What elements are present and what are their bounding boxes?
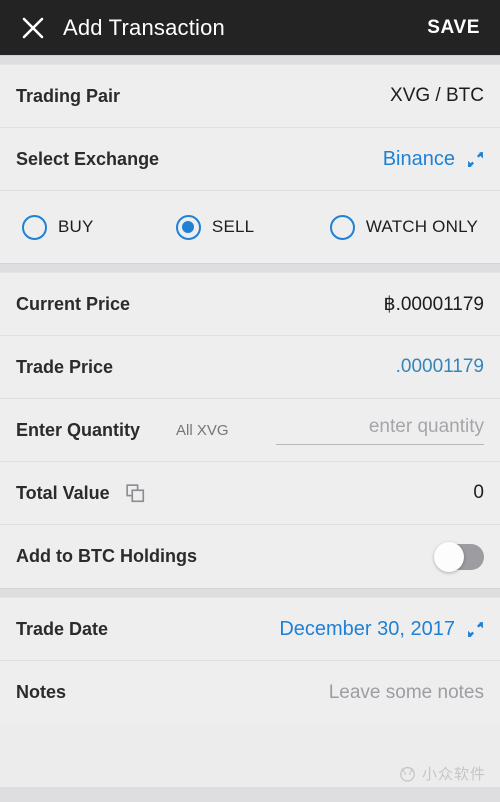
footer-band — [0, 787, 500, 802]
select-exchange-label: Select Exchange — [16, 148, 160, 169]
watermark-text: 小众软件 — [421, 765, 486, 783]
all-quantity-button[interactable]: All XVG — [176, 422, 229, 439]
radio-label-sell: SELL — [211, 217, 255, 236]
total-value-amount: 0 — [473, 482, 484, 503]
trading-pair-value: XVG / BTC — [390, 85, 484, 106]
copy-icon[interactable] — [126, 483, 145, 503]
watermark-logo-icon — [400, 766, 415, 782]
radio-label-watch-only: WATCH ONLY — [365, 217, 478, 236]
radio-circle-sell[interactable] — [175, 214, 201, 240]
total-value-label: Total Value — [16, 482, 110, 503]
quantity-input[interactable] — [276, 415, 484, 445]
trading-pair-label: Trading Pair — [16, 85, 121, 106]
section-trade-setup: Trading Pair XVG / BTC Select Exchange B… — [0, 65, 500, 263]
section-separator — [0, 55, 500, 65]
save-button[interactable]: SAVE — [425, 13, 482, 43]
row-trade-date[interactable]: Trade Date December 30, 2017 — [0, 598, 500, 661]
trade-date-label: Trade Date — [16, 618, 109, 639]
trade-price-value[interactable]: .00001179 — [396, 356, 484, 378]
current-price-value: ฿.00001179 — [383, 293, 485, 315]
trade-price-label: Trade Price — [16, 356, 114, 377]
section-separator — [0, 263, 500, 273]
section-separator — [0, 588, 500, 598]
radio-label-buy: BUY — [58, 217, 94, 236]
radio-watch-only[interactable]: WATCH ONLY — [329, 214, 478, 240]
row-enter-quantity[interactable]: Enter Quantity All XVG — [0, 399, 500, 462]
radio-buy[interactable]: BUY — [22, 214, 176, 240]
quantity-input-wrapper — [243, 415, 484, 445]
radio-sell[interactable]: SELL — [175, 214, 330, 240]
app-header: Add Transaction SAVE — [0, 0, 500, 55]
trade-date-value[interactable]: December 30, 2017 — [279, 618, 455, 641]
close-icon[interactable] — [18, 13, 48, 43]
section-amounts: Current Price ฿.00001179 Trade Price .00… — [0, 273, 500, 588]
current-price-label: Current Price — [16, 293, 131, 314]
row-total-value: Total Value 0 — [0, 462, 500, 525]
section-details: Trade Date December 30, 2017 Notes Leave… — [0, 598, 500, 724]
radio-circle-buy[interactable] — [22, 214, 47, 240]
transaction-type-group: BUY SELL WATCH ONLY — [0, 191, 500, 263]
row-trading-pair[interactable]: Trading Pair XVG / BTC — [0, 65, 500, 128]
watermark: 小众软件 — [398, 763, 486, 784]
row-notes[interactable]: Notes Leave some notes — [0, 661, 500, 724]
row-add-to-holdings[interactable]: Add to BTC Holdings — [0, 525, 500, 588]
add-transaction-screen: Add Transaction SAVE Trading Pair XVG / … — [0, 0, 500, 802]
toggle-knob — [434, 541, 464, 572]
row-current-price: Current Price ฿.00001179 — [0, 273, 500, 336]
add-to-holdings-label: Add to BTC Holdings — [16, 546, 197, 566]
add-to-holdings-toggle[interactable] — [434, 541, 484, 572]
notes-label: Notes — [16, 682, 67, 702]
select-exchange-value[interactable]: Binance — [383, 148, 455, 171]
page-title: Add Transaction — [63, 14, 225, 40]
form-body: Trading Pair XVG / BTC Select Exchange B… — [0, 55, 500, 802]
radio-circle-watch-only[interactable] — [329, 214, 355, 240]
expand-icon[interactable] — [467, 151, 484, 168]
row-trade-price[interactable]: Trade Price .00001179 — [0, 336, 500, 399]
enter-quantity-label: Enter Quantity — [16, 419, 141, 440]
row-select-exchange[interactable]: Select Exchange Binance — [0, 128, 500, 191]
notes-input[interactable]: Leave some notes — [329, 682, 484, 704]
expand-icon[interactable] — [467, 621, 484, 638]
